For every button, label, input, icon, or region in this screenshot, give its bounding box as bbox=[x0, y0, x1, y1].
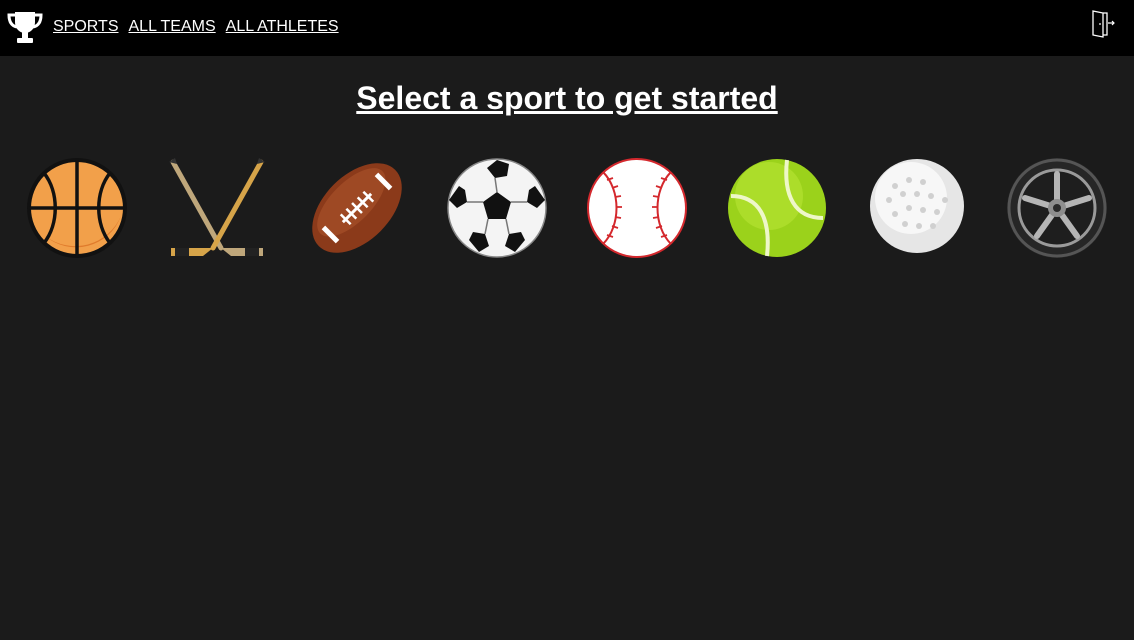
sport-racing[interactable] bbox=[1005, 156, 1109, 260]
sport-baseball[interactable] bbox=[585, 156, 689, 260]
football-icon bbox=[312, 163, 402, 253]
sport-soccer[interactable] bbox=[445, 156, 549, 260]
baseball-icon bbox=[587, 158, 687, 258]
hockey-sticks-icon bbox=[169, 158, 265, 256]
sports-grid bbox=[0, 156, 1134, 260]
sport-football[interactable] bbox=[305, 156, 409, 260]
golf-ball-icon bbox=[870, 159, 964, 253]
nav-link-all-teams[interactable]: ALL TEAMS bbox=[129, 18, 216, 36]
sport-basketball[interactable] bbox=[25, 156, 129, 260]
nav-link-all-athletes[interactable]: ALL ATHLETES bbox=[226, 18, 339, 36]
sport-hockey[interactable] bbox=[165, 156, 269, 260]
sport-tennis[interactable] bbox=[725, 156, 829, 260]
nav-link-sports[interactable]: SPORTS bbox=[53, 18, 119, 36]
main-nav: SPORTS ALL TEAMS ALL ATHLETES bbox=[53, 18, 339, 36]
page-headline[interactable]: Select a sport to get started bbox=[0, 78, 1134, 118]
soccer-ball-icon bbox=[447, 158, 547, 258]
trophy-icon[interactable] bbox=[6, 9, 44, 45]
racing-wheel-icon bbox=[1007, 158, 1107, 258]
door-exit-icon[interactable] bbox=[1089, 9, 1117, 39]
tennis-ball-icon bbox=[728, 159, 826, 257]
top-navbar: SPORTS ALL TEAMS ALL ATHLETES bbox=[0, 0, 1134, 56]
sport-golf[interactable] bbox=[865, 156, 969, 260]
basketball-icon bbox=[27, 158, 127, 258]
